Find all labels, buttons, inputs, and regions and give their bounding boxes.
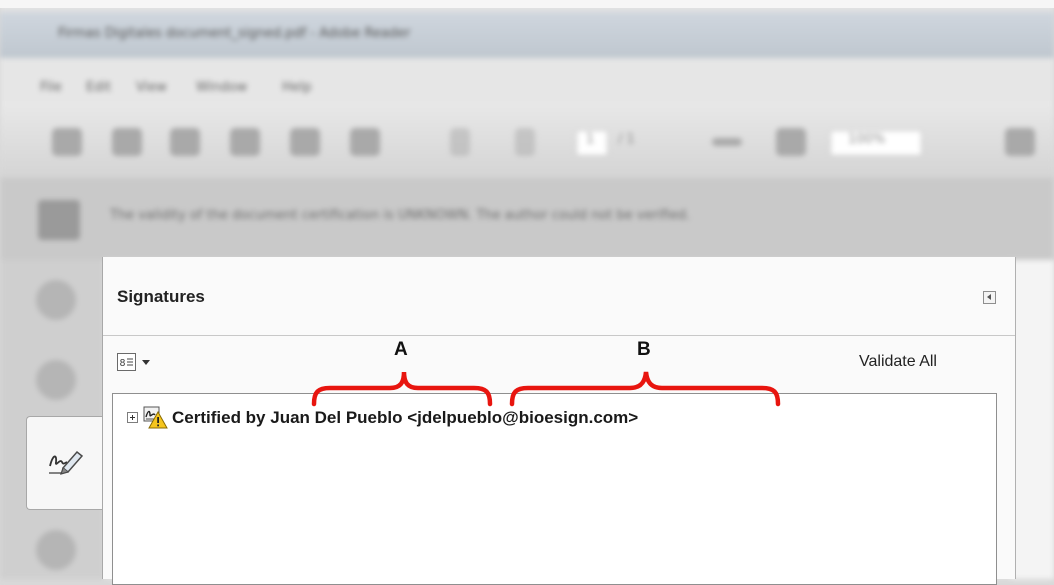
svg-text:8: 8 [120,358,126,369]
panel-title: Signatures [117,287,205,306]
expand-tree-icon[interactable] [127,412,138,423]
signature-label: Certified by Juan Del Pueblo <jdelpueblo… [172,408,639,427]
signatures-tab[interactable] [26,416,104,510]
validate-all-button[interactable]: Validate All [859,353,937,371]
menu-help[interactable]: Help [282,80,312,95]
menu-view[interactable]: View [136,80,167,95]
options-menu-icon: 8 [117,353,136,371]
menu-edit[interactable]: Edit [86,80,111,95]
document-page [1010,260,1054,579]
options-menu-button[interactable]: 8 [117,353,161,375]
menu-file[interactable]: File [40,80,62,95]
frame-top [0,0,1054,8]
menu-window[interactable]: Window [196,80,247,95]
panel-divider [103,335,1015,336]
zoom-value: 100% [848,132,886,147]
signatures-list: Certified by Juan Del Pueblo <jdelpueblo… [112,393,997,585]
pages-icon[interactable] [36,280,76,320]
page-current: 1 [586,132,595,147]
certification-message: The validity of the document certificati… [110,208,691,223]
certified-warning-icon [143,406,168,429]
signature-pen-icon [49,450,84,475]
print-icon[interactable] [290,128,320,156]
collapse-panel-icon[interactable] [983,291,996,304]
annotation-label-b: B [637,339,651,360]
document-message-bar: The validity of the document certificati… [0,178,1054,260]
menu-bar: File Edit View Window Help [0,58,1054,102]
title-bar: Firmas Digitales document_signed.pdf - A… [0,12,1054,58]
zoom-out-icon[interactable] [712,138,742,146]
open-icon[interactable] [112,128,142,156]
save-icon[interactable] [170,128,200,156]
chevron-down-icon [142,360,150,365]
zoom-in-icon[interactable] [776,128,806,156]
fit-page-icon[interactable] [1005,128,1035,156]
layers-icon[interactable] [36,530,76,570]
window-title: Firmas Digitales document_signed.pdf - A… [58,26,411,41]
create-icon[interactable] [52,128,82,156]
page-total: / 1 [618,132,635,147]
toolbar: 1 / 1 100% [0,102,1054,179]
next-page-icon[interactable] [515,128,535,156]
prev-page-icon[interactable] [450,128,470,156]
attachments-icon[interactable] [36,360,76,400]
share-icon[interactable] [230,128,260,156]
email-icon[interactable] [350,128,380,156]
certification-icon [38,200,80,240]
signatures-panel: Signatures 8 Validate All Certified by J… [102,257,1016,585]
annotation-label-a: A [394,339,408,360]
